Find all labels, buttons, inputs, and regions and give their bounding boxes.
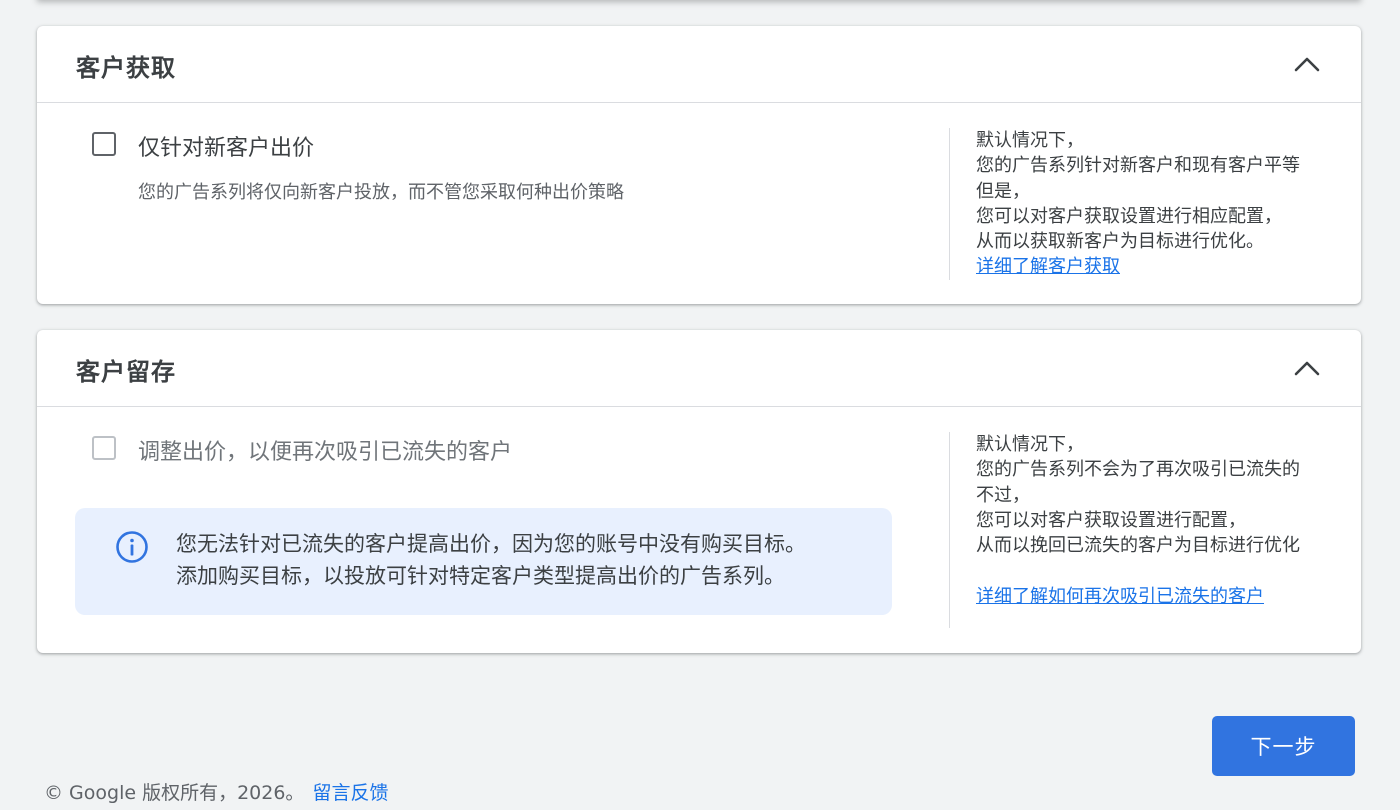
next-button[interactable]: 下一步 [1212, 716, 1355, 776]
help-text-line: 从而以获取新客户为目标进行优化。 [976, 231, 1264, 253]
help-text-line: 默认情况下， [976, 130, 1084, 151]
help-text-line: 从而以挽回已流失的客户为目标进行优化 [976, 535, 1300, 557]
checkbox-description: 您的广告系列将仅向新客户投放，而不管您采取何种出价策略 [138, 182, 624, 203]
divider [949, 128, 950, 280]
help-text-line: 但是， [976, 180, 1030, 202]
customer-acquisition-card: 客户获取 仅针对新客户出价 您的广告系列将仅向新客户投放，而不管您采取何种出价策… [37, 26, 1361, 304]
help-text-line: 您可以对客户获取设置进行相应配置， [976, 205, 1282, 227]
help-text-line: 默认情况下， [976, 434, 1084, 455]
help-text-line: 不过， [976, 484, 1030, 506]
info-line: 您无法针对已流失的客户提高出价，因为您的账号中没有购买目标。 [176, 532, 806, 556]
help-text-line: 您可以对客户获取设置进行配置， [976, 509, 1246, 531]
feedback-link[interactable]: 留言反馈 [312, 782, 388, 804]
chevron-up-icon[interactable] [1291, 356, 1323, 380]
re-engage-lapsed-checkbox [92, 436, 116, 460]
acquisition-help-panel: 默认情况下， 您的广告系列针对新客户和现有客户平等 但是， 您可以对客户获取设置… [976, 128, 1351, 280]
info-message: 您无法针对已流失的客户提高出价，因为您的账号中没有购买目标。 添加购买目标，以投… [176, 528, 806, 592]
new-customers-only-checkbox[interactable] [92, 132, 116, 156]
learn-more-acquisition-link[interactable]: 详细了解客户获取 [976, 256, 1120, 277]
help-text-line: 您的广告系列针对新客户和现有客户平等 [976, 155, 1300, 177]
footer: © Google 版权所有，2026。 留言反馈 [44, 778, 388, 805]
checkbox-label: 调整出价，以便再次吸引已流失的客户 [138, 440, 513, 465]
info-icon [115, 530, 149, 564]
card-title: 客户获取 [76, 54, 176, 82]
chevron-up-icon[interactable] [1291, 52, 1323, 76]
customer-retention-card: 客户留存 调整出价，以便再次吸引已流失的客户 您无法针对已流失的客户提高出价，因… [37, 330, 1361, 653]
checkbox-label[interactable]: 仅针对新客户出价 [138, 130, 314, 162]
card-header[interactable]: 客户获取 [37, 26, 1361, 103]
retention-help-panel: 默认情况下， 您的广告系列不会为了再次吸引已流失的 不过， 您可以对客户获取设置… [976, 432, 1351, 609]
info-line: 添加购买目标，以投放可针对特定客户类型提高出价的广告系列。 [176, 564, 785, 588]
info-notice: 您无法针对已流失的客户提高出价，因为您的账号中没有购买目标。 添加购买目标，以投… [75, 508, 892, 615]
learn-more-retention-link[interactable]: 详细了解如何再次吸引已流失的客户 [976, 586, 1264, 607]
card-header[interactable]: 客户留存 [37, 330, 1361, 407]
divider [949, 432, 950, 628]
card-title: 客户留存 [76, 358, 176, 386]
copyright-text: © Google 版权所有，2026。 [44, 782, 305, 804]
help-text-line: 您的广告系列不会为了再次吸引已流失的 [976, 459, 1300, 481]
